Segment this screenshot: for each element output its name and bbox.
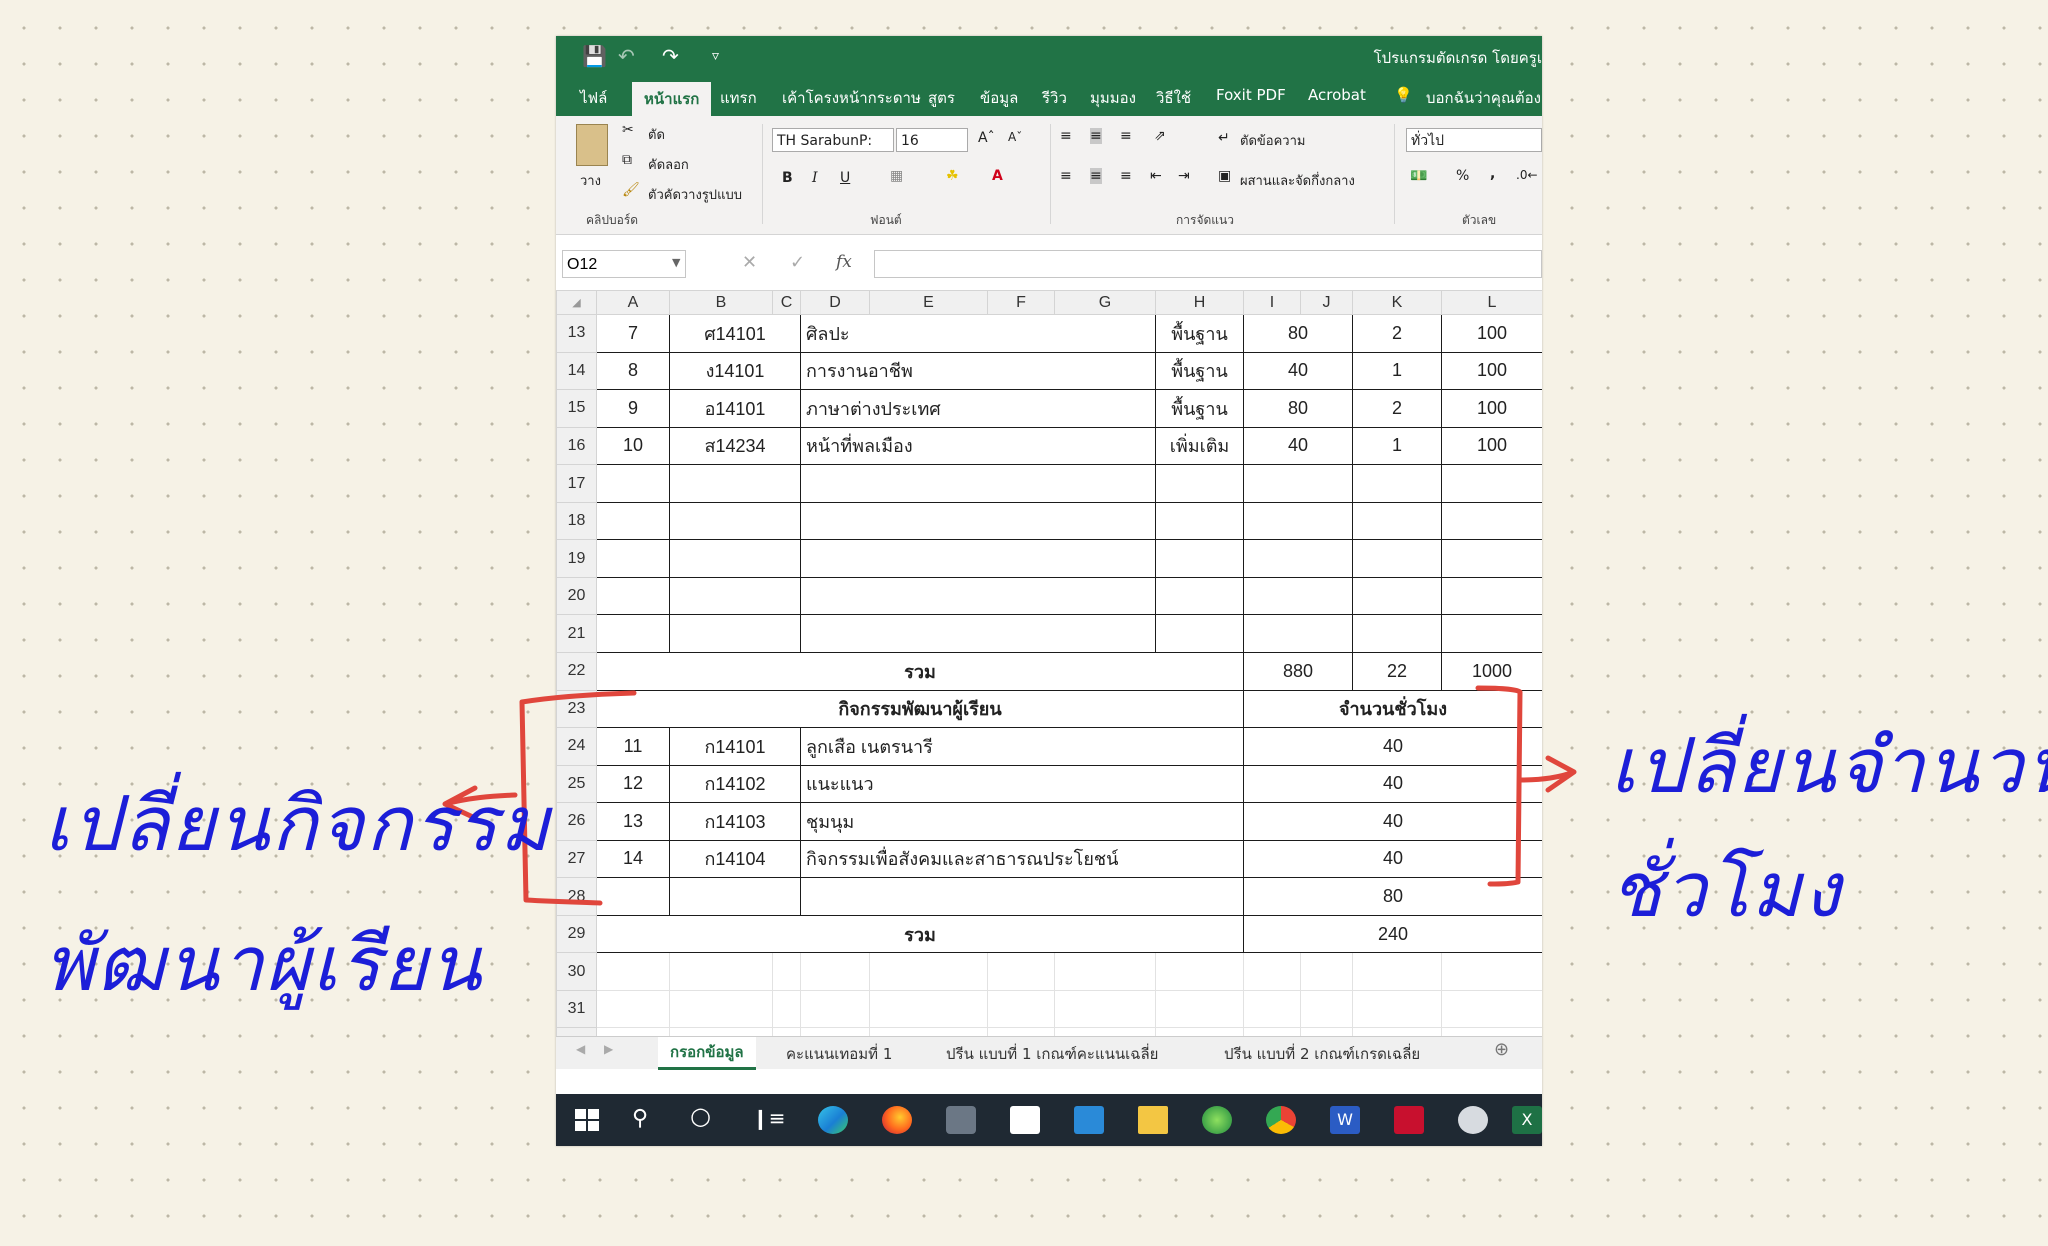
annotation-marks (442, 685, 1577, 906)
annotation-change-activity: เปลี่ยนกิจกรรม (44, 779, 552, 868)
annotation-hours: ชั่วโมง (1610, 845, 1843, 934)
annotation-change-count: เปลี่ยนจำนวน (1610, 721, 2048, 810)
annotation-student-development: พัฒนาผู้เรียน (44, 919, 484, 1008)
